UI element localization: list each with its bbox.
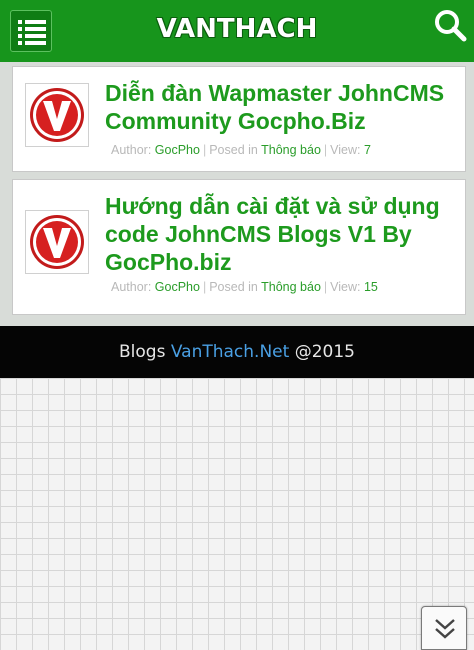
view-count: 7 — [363, 143, 371, 157]
view-label: View: — [330, 143, 361, 157]
double-chevron-down-icon — [435, 619, 455, 639]
list-icon — [18, 20, 46, 45]
menu-button[interactable] — [10, 10, 52, 52]
post-title[interactable]: Hướng dẫn cài đặt và sử dụng code JohnCM… — [105, 192, 455, 276]
author-link[interactable]: GocPho — [155, 280, 200, 294]
meta-separator: | — [202, 143, 207, 157]
scroll-down-button[interactable] — [421, 606, 467, 650]
post-card: Diễn đàn Wapmaster JohnCMS Community Goc… — [12, 66, 466, 172]
author-label: Author: — [111, 143, 152, 157]
meta-separator: | — [323, 143, 328, 157]
view-count: 15 — [363, 280, 378, 294]
meta-separator: | — [202, 280, 207, 294]
footer-suffix: @2015 — [294, 342, 355, 362]
footer-brand-link[interactable]: VanThach.Net — [171, 342, 289, 362]
post-thumbnail[interactable] — [25, 83, 89, 147]
meta-separator: | — [323, 280, 328, 294]
post-thumbnail[interactable] — [25, 210, 89, 274]
site-logo[interactable]: VANTHACH — [0, 14, 474, 44]
post-meta: Author: GocPho | Posed in Thông báo | View: … — [111, 280, 378, 294]
v-logo-icon — [30, 88, 84, 142]
site-footer: Blogs VanThach.Net @2015 — [0, 326, 474, 378]
post-meta: Author: GocPho | Posed in Thông báo | View: … — [111, 143, 371, 157]
author-label: Author: — [111, 280, 152, 294]
category-link[interactable]: Thông báo — [261, 143, 321, 157]
category-link[interactable]: Thông báo — [261, 280, 321, 294]
author-link[interactable]: GocPho — [155, 143, 200, 157]
post-list: Diễn đàn Wapmaster JohnCMS Community Goc… — [0, 62, 474, 326]
posted-label: Posed in — [209, 280, 258, 294]
v-logo-icon — [30, 215, 84, 269]
search-icon — [435, 10, 467, 42]
post-card: Hướng dẫn cài đặt và sử dụng code JohnCM… — [12, 179, 466, 315]
footer-prefix: Blogs — [119, 342, 166, 362]
view-label: View: — [330, 280, 361, 294]
posted-label: Posed in — [209, 143, 258, 157]
top-bar: VANTHACH — [0, 0, 474, 62]
post-title[interactable]: Diễn đàn Wapmaster JohnCMS Community Goc… — [105, 79, 455, 135]
page-background — [0, 378, 474, 650]
search-button[interactable] — [432, 8, 468, 44]
